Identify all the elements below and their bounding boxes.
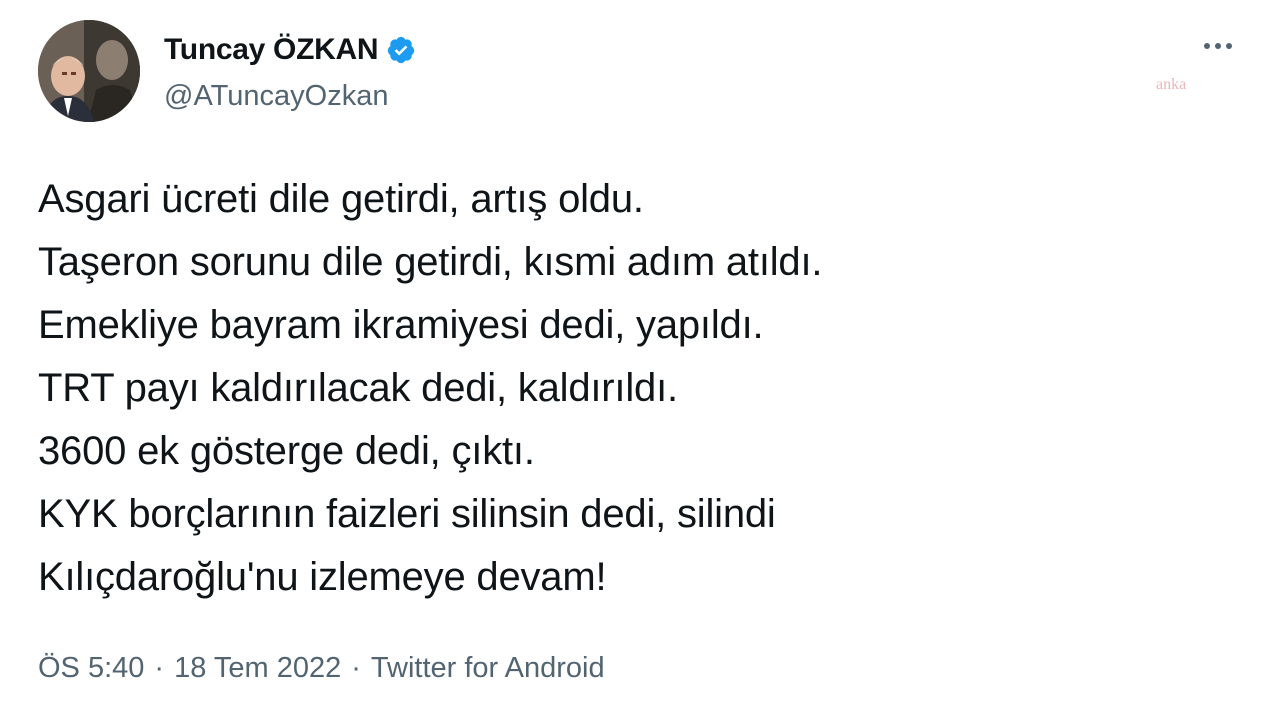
avatar[interactable]: [38, 20, 140, 122]
tweet-line: Taşeron sorunu dile getirdi, kısmi adım …: [38, 240, 823, 284]
tweet-line: 3600 ek gösterge dedi, çıktı.: [38, 429, 535, 473]
meta-separator: ·: [351, 652, 361, 684]
user-handle[interactable]: @ATuncayOzkan: [164, 80, 416, 113]
tweet-date[interactable]: 18 Tem 2022: [174, 652, 341, 685]
watermark-logo: anka: [1156, 76, 1187, 93]
display-name[interactable]: Tuncay ÖZKAN: [164, 33, 379, 67]
meta-separator: ·: [154, 652, 165, 684]
tweet-line: Kılıçdaroğlu'nu izlemeye devam!: [38, 555, 607, 599]
tweet-card: Tuncay ÖZKAN @ATuncayOzkan anka Asgari ü…: [0, 0, 1280, 720]
tweet-line: KYK borçlarının faizleri silinsin dedi, …: [38, 492, 776, 536]
author-block: Tuncay ÖZKAN @ATuncayOzkan: [164, 28, 416, 113]
tweet-meta: ÖS 5:40 · 18 Tem 2022 · Twitter for Andr…: [38, 652, 605, 685]
more-dot: [1215, 43, 1221, 49]
tweet-line: TRT payı kaldırılacak dedi, kaldırıldı.: [38, 366, 678, 410]
tweet-time[interactable]: ÖS 5:40: [38, 652, 144, 685]
tweet-source[interactable]: Twitter for Android: [371, 652, 605, 685]
name-row: Tuncay ÖZKAN: [164, 28, 416, 72]
tweet-line: Emekliye bayram ikramiyesi dedi, yapıldı…: [38, 303, 764, 347]
tweet-line: Asgari ücreti dile getirdi, artış oldu.: [38, 177, 644, 221]
tweet-text: Asgari ücreti dile getirdi, artış oldu. …: [38, 168, 1218, 609]
verified-badge-icon: [386, 35, 416, 65]
more-dot: [1226, 43, 1232, 49]
more-dot: [1204, 43, 1210, 49]
more-options-icon[interactable]: [1198, 30, 1238, 62]
